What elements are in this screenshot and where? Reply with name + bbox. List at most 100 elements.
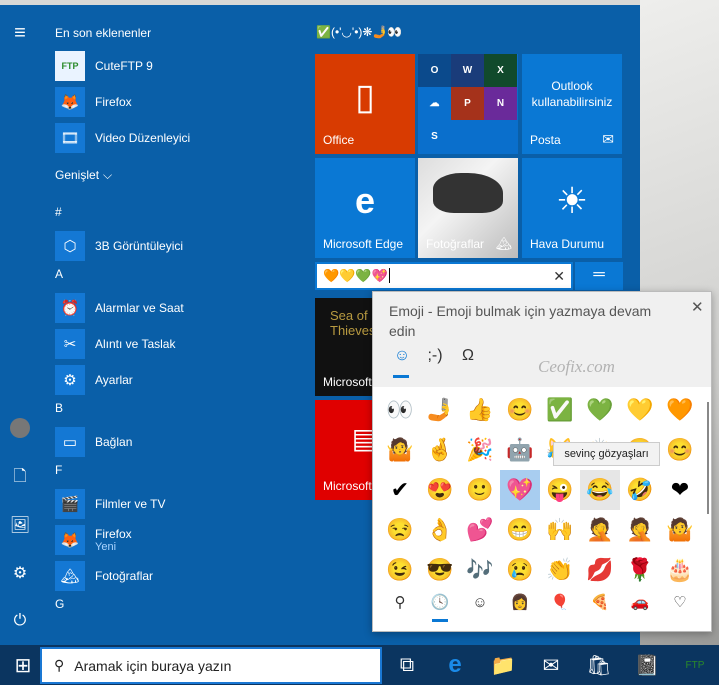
smiley-icon[interactable]: ☺ xyxy=(460,590,500,614)
emoji-cell[interactable]: 💋 xyxy=(580,550,620,590)
section-letter[interactable]: A xyxy=(55,267,63,281)
search-box[interactable]: ⚲ Aramak için buraya yazın xyxy=(40,647,382,684)
emoji-cell[interactable]: 😜 xyxy=(540,470,580,510)
tile-label: Microsoft Edge xyxy=(323,237,404,251)
emoji-cell[interactable]: 😒 xyxy=(380,510,420,550)
emoji-panel: Emoji - Emoji bulmak için yazmaya devam … xyxy=(372,291,712,632)
emoji-cell[interactable]: 🤷 xyxy=(660,510,700,550)
emoji-cell[interactable]: 💖 xyxy=(500,470,540,510)
group-handle-button[interactable]: ═ xyxy=(575,262,623,290)
start-rail: ≡ 🗋 🖼 ⚙ ⏻ xyxy=(0,5,40,645)
tile-mail[interactable]: Outlook kullanabilirsiniz Posta ✉ xyxy=(522,54,622,154)
heart-icon[interactable]: ♡ xyxy=(660,590,700,614)
hamburger-menu-icon[interactable]: ≡ xyxy=(0,15,40,51)
emoji-cell[interactable]: 😊 xyxy=(660,430,700,470)
power-icon[interactable]: ⏻ xyxy=(0,603,40,639)
emoji-cell[interactable]: 👌 xyxy=(420,510,460,550)
recent-clock-icon[interactable]: 🕓 xyxy=(420,590,460,614)
file-explorer-icon[interactable]: 📁 xyxy=(480,645,526,685)
emoji-cell[interactable]: 👀 xyxy=(380,390,420,430)
section-letter[interactable]: # xyxy=(55,205,62,219)
scrollbar[interactable] xyxy=(707,402,709,514)
people-icon[interactable]: 👩 xyxy=(500,590,540,614)
emoji-cell[interactable]: 😊 xyxy=(500,390,540,430)
emoji-cell[interactable]: ✅ xyxy=(540,390,580,430)
app-item[interactable]: 🦊 Firefox xyxy=(55,85,132,119)
emoji-cell[interactable]: 🤞 xyxy=(420,430,460,470)
emoji-cell[interactable]: 😢 xyxy=(500,550,540,590)
emoji-tooltip: sevinç gözyaşları xyxy=(553,442,660,466)
emoji-cell[interactable]: 👍 xyxy=(460,390,500,430)
tile-group-title[interactable]: ✅(•'◡'•)❋🤳👀 xyxy=(316,25,402,39)
emoji-cell[interactable]: 🧡 xyxy=(660,390,700,430)
car-icon[interactable]: 🚗 xyxy=(620,590,660,614)
symbols-tab[interactable]: Ω xyxy=(455,347,481,365)
app-item[interactable]: 🏔 Fotoğraflar xyxy=(55,559,153,593)
app-item[interactable]: ⬡ 3B Görüntüleyici xyxy=(55,229,183,263)
tile-office-apps[interactable]: O W X ☁ P N S xyxy=(418,54,518,154)
emoji-cell[interactable]: 🤖 xyxy=(500,430,540,470)
pictures-icon[interactable]: 🖼 xyxy=(0,507,40,543)
emoji-cell[interactable]: 😁 xyxy=(500,510,540,550)
tile-photos[interactable]: Fotoğraflar 🏔 xyxy=(418,158,518,258)
settings-icon[interactable]: ⚙ xyxy=(0,555,40,591)
emoji-cell[interactable]: ✔ xyxy=(380,470,420,510)
section-letter[interactable]: F xyxy=(55,463,62,477)
app-item[interactable]: ⚙ Ayarlar xyxy=(55,363,133,397)
emoji-cell[interactable]: 🙌 xyxy=(540,510,580,550)
emoji-cell[interactable]: 💛 xyxy=(620,390,660,430)
app-item[interactable]: ▭ Bağlan xyxy=(55,425,132,459)
emoji-cell[interactable]: 🎉 xyxy=(460,430,500,470)
emoji-cell[interactable]: 🤦 xyxy=(620,510,660,550)
app-icon: 🎬 xyxy=(55,489,85,519)
emoji-cell[interactable]: 🤷 xyxy=(380,430,420,470)
app-item[interactable]: FTP CuteFTP 9 xyxy=(55,49,153,83)
emoji-cell[interactable]: 💕 xyxy=(460,510,500,550)
emoji-cell[interactable]: 🌹 xyxy=(620,550,660,590)
notepad-icon[interactable]: 📓 xyxy=(624,645,670,685)
emoji-cell[interactable]: 😂 xyxy=(580,470,620,510)
document-icon[interactable]: 🗋 xyxy=(0,460,40,496)
user-avatar-icon[interactable] xyxy=(0,410,40,446)
emoji-cell[interactable]: ❤ xyxy=(660,470,700,510)
app-item[interactable]: ✂ Alıntı ve Taslak xyxy=(55,327,175,361)
clear-icon[interactable]: ✕ xyxy=(553,268,565,285)
section-letter[interactable]: G xyxy=(55,597,64,611)
emoji-cell[interactable]: 💚 xyxy=(580,390,620,430)
emoji-cell[interactable]: 👏 xyxy=(540,550,580,590)
app-text: Bağlan xyxy=(95,435,132,449)
tile-office[interactable]: ▯ Office xyxy=(315,54,415,154)
app-item[interactable]: 🎞 Video Düzenleyici xyxy=(55,121,190,155)
group-rename-input[interactable]: 🧡💛💚💖 ✕ xyxy=(315,262,573,290)
balloon-icon[interactable]: 🎈 xyxy=(540,590,580,614)
emoji-cell[interactable]: 😉 xyxy=(380,550,420,590)
close-icon[interactable]: ✕ xyxy=(691,298,704,316)
search-icon[interactable]: ⚲ xyxy=(380,590,420,614)
app-item[interactable]: ⏰ Alarmlar ve Saat xyxy=(55,291,184,325)
app-text: Fotoğraflar xyxy=(95,569,153,583)
tile-weather[interactable]: ☀ Hava Durumu xyxy=(522,158,622,258)
recent-header[interactable]: En son eklenenler xyxy=(55,26,151,40)
emoji-cell[interactable]: 🤦 xyxy=(580,510,620,550)
emoji-tab[interactable]: ☺ xyxy=(389,347,415,365)
store-icon[interactable]: 🛍 xyxy=(576,645,622,685)
app-item[interactable]: 🎬 Filmler ve TV xyxy=(55,487,165,521)
kaomoji-tab[interactable]: ;-) xyxy=(422,347,448,365)
expand-button[interactable]: Genişlet ⌵ xyxy=(55,168,112,183)
emoji-cell[interactable]: 🤳 xyxy=(420,390,460,430)
tile-edge[interactable]: e Microsoft Edge xyxy=(315,158,415,258)
emoji-cell[interactable]: 😎 xyxy=(420,550,460,590)
emoji-cell[interactable]: 🎶 xyxy=(460,550,500,590)
app-text: Firefox Yeni xyxy=(95,527,132,553)
emoji-cell[interactable]: 🙂 xyxy=(460,470,500,510)
edge-icon[interactable]: e xyxy=(432,645,478,685)
pizza-icon[interactable]: 🍕 xyxy=(580,590,620,614)
cuteftp-icon[interactable]: FTP xyxy=(672,645,718,685)
task-view-icon[interactable]: ⧉ xyxy=(384,645,430,685)
emoji-cell[interactable]: 🤣 xyxy=(620,470,660,510)
emoji-cell[interactable]: 😍 xyxy=(420,470,460,510)
app-item[interactable]: 🦊 Firefox Yeni xyxy=(55,523,132,557)
section-letter[interactable]: B xyxy=(55,401,63,415)
mail-icon[interactable]: ✉ xyxy=(528,645,574,685)
emoji-cell[interactable]: 🎂 xyxy=(660,550,700,590)
